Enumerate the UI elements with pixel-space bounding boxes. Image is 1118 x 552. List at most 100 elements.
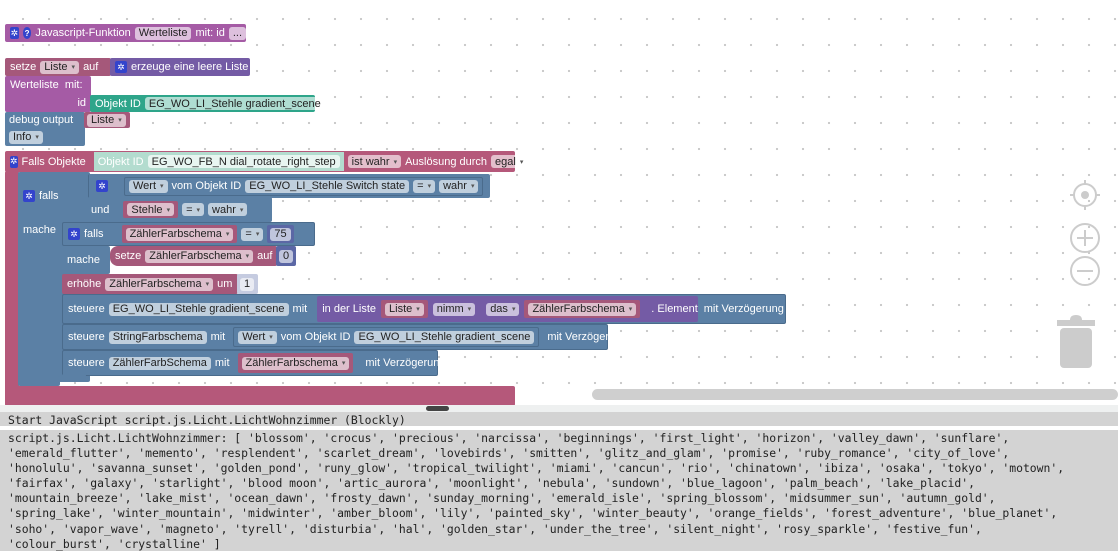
object-id-field[interactable]: EG_WO_LI_Stehle gradient_scene [108, 302, 289, 316]
gear-icon[interactable]: ✲ [23, 190, 35, 202]
block-label: in der Liste [322, 303, 377, 315]
trigger-block[interactable]: ✲ Falls Objekte Objekt ID EG_WO_FB_N dia… [5, 151, 528, 172]
gear-icon[interactable]: ✲ [96, 180, 108, 192]
set-variable-block[interactable]: setze Liste auf [5, 58, 111, 76]
delay-label: mit Verzögerung [365, 357, 446, 369]
control-block[interactable]: steuere ZählerFarbSchema mit ZählerFarbs… [62, 350, 445, 376]
and-block[interactable]: ✲ Wert vom Objekt ID EG_WO_LI_Stehle Swi… [88, 174, 490, 198]
function-name-field[interactable]: Werteliste [134, 26, 192, 40]
zoom-in-icon[interactable] [1068, 221, 1102, 255]
number-field[interactable]: 75 [270, 227, 291, 241]
log-line: 'spring_lake', 'winter_mountain', 'midwi… [8, 506, 1058, 521]
list-get-block[interactable]: in der Liste Liste nimm das ZählerFarbsc… [317, 296, 698, 322]
log-line: 'fairfax', 'galaxy', 'starlight', 'blood… [8, 476, 975, 491]
and-block-row2[interactable]: und Stehle = wahr [88, 197, 272, 222]
delay-label: mit Verzögerung [703, 303, 784, 315]
mit-label: mit: [64, 79, 83, 91]
blockly-workspace[interactable]: ✲ ? Javascript-Funktion Werteliste mit: … [0, 0, 1118, 405]
help-icon[interactable]: ? [22, 27, 32, 39]
boolean-dropdown[interactable]: wahr [208, 203, 248, 216]
block-label: mit: id [195, 27, 225, 39]
variable-block[interactable]: Liste [381, 300, 428, 318]
trigger-dropdown[interactable]: egal [491, 155, 528, 168]
trash-icon[interactable] [1055, 312, 1097, 370]
variable-dropdown[interactable]: Liste [385, 302, 424, 316]
operator-dropdown[interactable]: = [241, 227, 264, 241]
condition-dropdown[interactable]: ist wahr [347, 155, 402, 168]
object-id-field[interactable]: EG_WO_LI_Stehle gradient_scene [354, 330, 535, 344]
number-block[interactable]: 1 [237, 274, 258, 294]
variable-block[interactable]: ZählerFarbschema [237, 353, 354, 373]
number-field[interactable]: 1 [240, 277, 255, 291]
block-label: steuere [68, 331, 105, 343]
inner-if-block[interactable]: ✲ falls ZählerFarbschema = 75 [62, 222, 315, 246]
mode-dropdown[interactable]: nimm [432, 302, 476, 316]
block-label: erzeuge eine leere Liste [131, 61, 249, 73]
zoom-out-icon[interactable] [1068, 254, 1102, 288]
variable-block[interactable]: ZählerFarbschema [121, 225, 238, 243]
center-workspace-icon[interactable] [1068, 178, 1102, 212]
params-field[interactable]: ... [228, 26, 246, 40]
gear-icon[interactable]: ✲ [10, 27, 19, 39]
number-field[interactable]: 0 [279, 249, 294, 263]
operator-dropdown[interactable]: = [413, 179, 436, 193]
param-id-label: id [77, 97, 86, 109]
variable-dropdown[interactable]: ZählerFarbschema [145, 249, 254, 263]
number-block[interactable]: 75 [267, 225, 294, 243]
value-dropdown[interactable]: Wert [129, 179, 168, 193]
get-value-block[interactable]: Wert vom Objekt ID EG_WO_LI_Stehle gradi… [233, 327, 540, 347]
object-id-field[interactable]: ZählerFarbSchema [108, 356, 211, 370]
object-id-field[interactable]: EG_WO_FB_N dial_rotate_right_step [147, 155, 340, 168]
variable-block[interactable]: Stehle [123, 201, 179, 218]
und-label: und [91, 203, 110, 216]
variable-dropdown[interactable]: ZählerFarbschema [528, 302, 637, 316]
log-line: 'colour_burst', 'crystalline' ] [8, 536, 221, 551]
gear-icon[interactable]: ✲ [10, 155, 18, 168]
variable-dropdown[interactable]: Stehle [127, 203, 175, 216]
number-block[interactable]: 0 [276, 246, 296, 266]
operator-dropdown[interactable]: = [182, 203, 205, 216]
value-dropdown[interactable]: Wert [238, 330, 277, 344]
variable-dropdown[interactable]: Liste [87, 113, 126, 127]
werteliste-call-block[interactable]: Werteliste mit: id [5, 76, 91, 112]
block-label: mit [292, 303, 308, 315]
control-block[interactable]: steuere StringFarbschema mit Wert vom Ob… [62, 324, 627, 350]
variable-block[interactable]: Liste [84, 112, 130, 128]
variable-dropdown[interactable]: ZählerFarbschema [241, 356, 350, 370]
object-id-field[interactable]: EG_WO_LI_Stehle gradient_scene [144, 97, 325, 110]
boolean-dropdown[interactable]: wahr [439, 179, 479, 193]
console-resize-bar[interactable] [0, 405, 1118, 412]
object-id-block[interactable]: Objekt ID EG_WO_LI_Stehle gradient_scene [90, 95, 325, 112]
object-id-block[interactable]: Objekt ID EG_WO_FB_N dial_rotate_right_s… [93, 152, 344, 171]
create-empty-list-block[interactable]: ✲ erzeuge eine leere Liste [110, 58, 250, 76]
compare-block[interactable]: Wert vom Objekt ID EG_WO_LI_Stehle Switc… [124, 176, 484, 196]
log-line: 'honolulu', 'savanna_sunset', 'golden_po… [8, 461, 1065, 476]
block-label: vom Objekt ID [280, 331, 351, 343]
variable-dropdown[interactable]: Liste [40, 60, 80, 74]
block-label: mit [214, 357, 230, 369]
control-block[interactable]: steuere EG_WO_LI_Stehle gradient_scene m… [62, 294, 786, 324]
block-label: auf [257, 250, 273, 262]
resize-handle[interactable] [426, 406, 449, 411]
gear-icon[interactable]: ✲ [68, 228, 80, 240]
debug-output-block[interactable]: debug output Info [5, 112, 85, 146]
trigger-block-bottom [5, 386, 515, 405]
object-id-field[interactable]: StringFarbschema [108, 330, 207, 344]
increment-block[interactable]: erhöhe ZählerFarbschema um [62, 274, 238, 294]
horizontal-scrollbar[interactable] [592, 389, 1118, 400]
javascript-function-block[interactable]: ✲ ? Javascript-Funktion Werteliste mit: … [5, 24, 246, 42]
console-log: script.js.Licht.LichtWohnzimmer: [ 'blos… [0, 430, 1118, 551]
block-label: setze [10, 61, 37, 73]
log-line: 'mountain_breeze', 'lake_mist', 'ocean_d… [8, 491, 996, 506]
block-label: . Element [651, 303, 698, 315]
variable-dropdown[interactable]: ZählerFarbschema [105, 277, 214, 291]
object-id-field[interactable]: EG_WO_LI_Stehle Switch state [245, 179, 410, 193]
falls-label: falls [84, 228, 104, 240]
block-label: Javascript-Funktion [35, 27, 131, 39]
variable-block[interactable]: ZählerFarbschema [524, 300, 641, 318]
variable-dropdown[interactable]: ZählerFarbschema [125, 227, 234, 241]
where-dropdown[interactable]: das [486, 302, 520, 316]
set-variable-block[interactable]: setze ZählerFarbschema auf [110, 246, 277, 266]
log-level-dropdown[interactable]: Info [9, 130, 43, 144]
gear-icon[interactable]: ✲ [115, 61, 127, 73]
